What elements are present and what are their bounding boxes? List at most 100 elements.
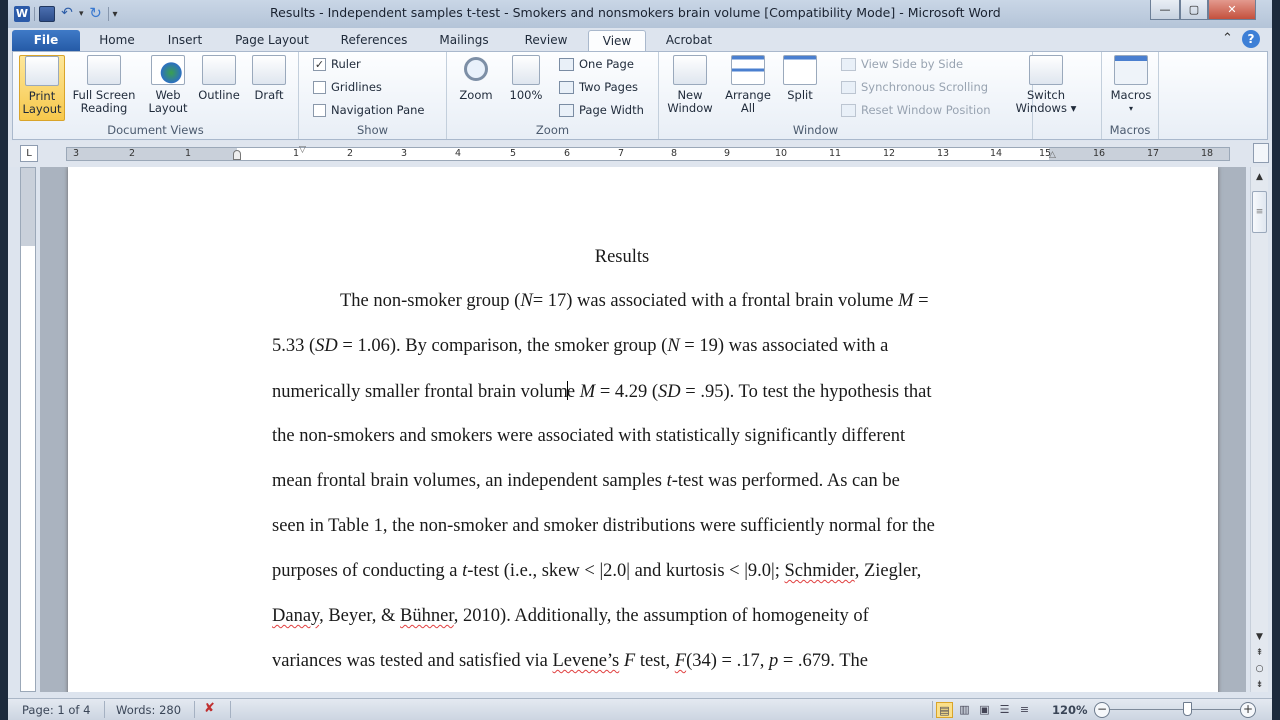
reset-position-icon: [841, 103, 856, 117]
ruler-number: 7: [618, 148, 625, 159]
minimize-ribbon-icon[interactable]: ⌃: [1222, 31, 1233, 46]
zoom-out-button[interactable]: −: [1094, 702, 1110, 718]
zoom-100-button[interactable]: 100%: [503, 55, 549, 102]
left-indent-marker-icon[interactable]: [233, 150, 241, 160]
label: Ruler: [331, 57, 361, 71]
select-browse-object-icon[interactable]: ○: [1251, 661, 1268, 677]
outline-view-icon[interactable]: ☰: [996, 702, 1013, 718]
text-run: = 4.29 (: [595, 382, 659, 402]
tab-acrobat[interactable]: Acrobat: [658, 30, 720, 52]
paragraph-line: seen in Table 1, the non-smoker and smok…: [272, 516, 935, 537]
vertical-scrollbar[interactable]: ▲ ≡ ▼ ⇞ ○ ⇟: [1250, 167, 1268, 692]
redo-icon[interactable]: ↻: [88, 6, 104, 22]
tab-page-layout[interactable]: Page Layout: [228, 30, 316, 52]
new-window-button[interactable]: New Window: [663, 55, 717, 115]
one-page-button[interactable]: One Page: [559, 57, 634, 71]
text-run: The non-smoker group (: [340, 291, 521, 311]
right-indent-marker-icon[interactable]: △: [1049, 150, 1056, 160]
first-line-indent-marker-icon[interactable]: ▽: [299, 145, 306, 155]
web-layout-button[interactable]: Web Layout: [143, 55, 193, 115]
minimize-button[interactable]: —: [1150, 0, 1180, 20]
gridlines-checkbox[interactable]: Gridlines: [313, 80, 382, 94]
close-button[interactable]: ✕: [1208, 0, 1256, 20]
scroll-down-arrow-icon[interactable]: ▼: [1251, 629, 1268, 645]
text-run: SD: [315, 336, 338, 356]
text-run: = 19) was associated with a: [679, 336, 889, 356]
group-label: Show: [356, 123, 389, 137]
ruler-number: 9: [724, 148, 731, 159]
customize-qat-icon[interactable]: ▾: [113, 9, 118, 20]
macros-button[interactable]: Macros ▾: [1106, 55, 1156, 115]
tab-references[interactable]: References: [334, 30, 414, 52]
zoom-level[interactable]: 120%: [1052, 703, 1088, 717]
page-100-icon: [512, 55, 540, 85]
tab-insert[interactable]: Insert: [158, 30, 212, 52]
tab-review[interactable]: Review: [516, 30, 576, 52]
tab-selector-button[interactable]: L: [20, 145, 38, 162]
arrange-all-button[interactable]: Arrange All: [721, 55, 775, 115]
document-area: Results The non-smoker group (N= 17) was…: [40, 167, 1246, 692]
tab-view[interactable]: View: [588, 30, 646, 52]
previous-page-icon[interactable]: ⇞: [1251, 645, 1268, 661]
zoom-button[interactable]: Zoom: [453, 55, 499, 102]
full-screen-reading-view-icon[interactable]: ▥: [956, 702, 973, 718]
maximize-button[interactable]: ▢: [1180, 0, 1208, 20]
outline-button[interactable]: Outline: [193, 55, 245, 102]
outline-icon: [202, 55, 236, 85]
text-run: the non-smokers and smokers were associa…: [272, 426, 906, 446]
tab-home[interactable]: Home: [92, 30, 142, 52]
web-layout-view-icon[interactable]: ▣: [976, 702, 993, 718]
ruler-number: 6: [564, 148, 571, 159]
web-layout-globe-icon: [151, 55, 185, 85]
word-count[interactable]: Words: 280: [116, 703, 181, 717]
group-label: Window: [792, 123, 839, 137]
tab-mailings[interactable]: Mailings: [432, 30, 496, 52]
switch-windows-icon: [1029, 55, 1063, 85]
view-ruler-button[interactable]: [1253, 143, 1269, 163]
word-app-icon[interactable]: W: [14, 6, 30, 22]
text-run: N: [667, 336, 680, 356]
scroll-up-arrow-icon[interactable]: ▲: [1251, 169, 1268, 185]
proofing-errors-icon[interactable]: ✘: [204, 701, 215, 716]
ribbon: Print Layout Full Screen Reading Web Lay…: [12, 51, 1268, 140]
scroll-thumb[interactable]: ≡: [1252, 191, 1267, 233]
tab-file[interactable]: File: [12, 30, 80, 52]
document-page[interactable]: Results The non-smoker group (N= 17) was…: [68, 167, 1218, 692]
save-icon[interactable]: [39, 6, 55, 22]
zoom-slider-thumb[interactable]: [1183, 702, 1192, 716]
undo-icon[interactable]: ↶: [59, 6, 75, 22]
ruler-checkbox[interactable]: ✓ Ruler: [313, 57, 361, 71]
label: One Page: [579, 57, 634, 71]
horizontal-ruler[interactable]: 3 2 1 ▽ 1 2 3 4 5 6 7 8 9 10 11 12 13 14…: [66, 145, 1230, 161]
reset-window-position-button[interactable]: Reset Window Position: [841, 103, 991, 117]
two-pages-button[interactable]: Two Pages: [559, 80, 638, 94]
synchronous-scrolling-button[interactable]: Synchronous Scrolling: [841, 80, 988, 94]
label: Macros: [1110, 88, 1152, 102]
print-layout-view-icon[interactable]: ▤: [936, 702, 953, 718]
draft-view-icon[interactable]: ≡: [1016, 702, 1033, 718]
paragraph-line: variances was tested and satisfied via L…: [272, 651, 868, 672]
label: Draft: [254, 88, 284, 102]
label: Navigation Pane: [331, 103, 425, 117]
side-by-side-icon: [841, 57, 856, 71]
switch-windows-button[interactable]: Switch Windows ▾: [1011, 55, 1081, 115]
group-macros: Macros ▾ Macros: [1101, 52, 1159, 139]
page-width-button[interactable]: Page Width: [559, 103, 644, 117]
help-icon[interactable]: ?: [1242, 30, 1260, 48]
navigation-pane-checkbox[interactable]: Navigation Pane: [313, 103, 425, 117]
view-side-by-side-button[interactable]: View Side by Side: [841, 57, 963, 71]
ruler-number: 10: [775, 148, 788, 159]
ruler-number: 14: [990, 148, 1003, 159]
next-page-icon[interactable]: ⇟: [1251, 677, 1268, 693]
page-count[interactable]: Page: 1 of 4: [22, 703, 90, 717]
zoom-in-button[interactable]: +: [1240, 702, 1256, 718]
print-layout-button[interactable]: Print Layout: [19, 55, 65, 121]
draft-button[interactable]: Draft: [247, 55, 291, 102]
vertical-ruler[interactable]: [20, 167, 36, 692]
full-screen-reading-button[interactable]: Full Screen Reading: [69, 55, 139, 115]
macros-icon: [1114, 55, 1148, 85]
split-button[interactable]: Split: [779, 55, 821, 102]
status-bar: Page: 1 of 4 Words: 280 ✘ ▤ ▥ ▣ ☰ ≡ 120%…: [8, 698, 1272, 720]
label: Page Width: [579, 103, 644, 117]
undo-dropdown-icon[interactable]: ▾: [79, 9, 84, 19]
